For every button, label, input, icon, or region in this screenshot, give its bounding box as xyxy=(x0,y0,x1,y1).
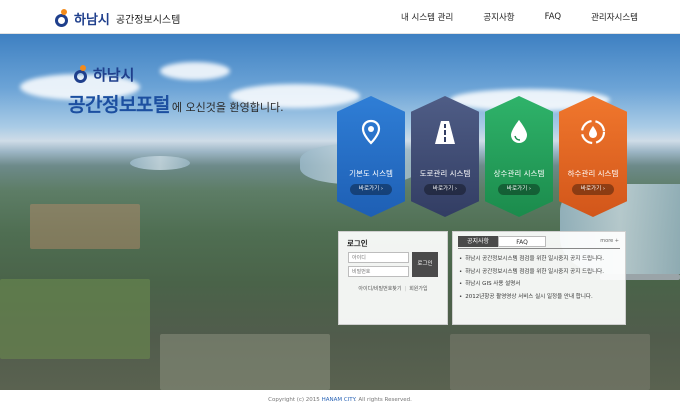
find-account-link[interactable]: 아이디/비밀번호찾기 xyxy=(358,286,401,292)
field-decoration xyxy=(450,334,650,390)
notice-item[interactable]: 하남시 공간정보시스템 점검을 위한 일시중지 공지 드립니다. xyxy=(459,254,604,267)
notice-panel: 공지사항 FAQ more + 하남시 공간정보시스템 점검을 위한 일시중지 … xyxy=(452,231,626,325)
header: 하남시 공간정보시스템 내 시스템 관리 공지사항 FAQ 관리자시스템 xyxy=(0,0,680,34)
road-icon xyxy=(435,121,455,144)
notice-item[interactable]: 2012년항공 촬영영상 서비스 실시 일정을 안내 합니다. xyxy=(459,292,604,305)
copyright-prefix: Copyright (c) 2015 xyxy=(268,397,322,403)
nav-notice[interactable]: 공지사항 xyxy=(483,11,514,23)
tile-label: 도로관리 시스템 xyxy=(419,169,471,178)
notice-divider xyxy=(458,248,620,249)
field-decoration xyxy=(30,204,140,249)
tile-go-button[interactable]: 바로가기 › xyxy=(498,184,540,195)
notice-tabs: 공지사항 FAQ xyxy=(458,236,546,247)
join-link[interactable]: 회원가입 xyxy=(409,286,427,292)
link-separator: | xyxy=(404,286,407,292)
main-nav: 내 시스템 관리 공지사항 FAQ 관리자시스템 xyxy=(401,0,638,34)
password-input[interactable] xyxy=(348,266,409,277)
id-input[interactable] xyxy=(348,252,409,263)
nav-faq[interactable]: FAQ xyxy=(545,12,561,22)
nav-admin-system[interactable]: 관리자시스템 xyxy=(591,11,638,23)
notice-item[interactable]: 하남시 공간정보시스템 점검을 위한 일시중지 공지 드립니다. xyxy=(459,267,604,280)
tile-go-button[interactable]: 바로가기 › xyxy=(350,184,392,195)
hero-logo: 하남시 xyxy=(73,64,134,85)
cloud-decoration xyxy=(160,62,230,80)
field-decoration xyxy=(0,279,150,359)
copyright-suffix: . All rights Reserved. xyxy=(354,397,412,403)
river-decoration xyxy=(130,156,190,170)
site-logo[interactable]: 하남시 공간정보시스템 xyxy=(54,7,180,29)
hanam-logo-icon xyxy=(54,8,71,28)
tile-sewage-system[interactable]: 하수관리 시스템 바로가기 › xyxy=(559,96,627,217)
field-decoration xyxy=(160,334,330,390)
notice-list: 하남시 공간정보시스템 점검을 위한 일시중지 공지 드립니다. 하남시 공간정… xyxy=(459,254,604,304)
recycle-drop-icon xyxy=(580,119,606,145)
hero-title: 공간정보포털 에 오신것을 환영합니다. xyxy=(68,90,284,117)
hanam-logo-icon xyxy=(73,65,90,84)
logo-city-name: 하남시 xyxy=(74,12,110,28)
nav-my-system[interactable]: 내 시스템 관리 xyxy=(401,11,453,23)
logo-system-title: 공간정보시스템 xyxy=(115,14,181,26)
tile-road-system[interactable]: 도로관리 시스템 바로가기 › xyxy=(411,96,479,217)
hero-logo-city: 하남시 xyxy=(93,66,135,84)
tab-faq[interactable]: FAQ xyxy=(498,236,546,247)
tile-go-button[interactable]: 바로가기 › xyxy=(424,184,466,195)
hero-title-sub: 에 오신것을 환영합니다. xyxy=(171,101,284,114)
tile-label: 하수관리 시스템 xyxy=(567,169,619,178)
water-drop-icon xyxy=(511,120,527,143)
tile-label: 상수관리 시스템 xyxy=(493,169,545,178)
copyright-text: Copyright (c) 2015 HANAM CITY. All right… xyxy=(0,397,680,403)
login-panel: 로그인 로그인 아이디/비밀번호찾기|회원가입 xyxy=(338,231,448,325)
notice-item[interactable]: 하남시 GIS 사용 설명서 xyxy=(459,279,604,292)
tile-go-button[interactable]: 바로가기 › xyxy=(572,184,614,195)
login-button[interactable]: 로그인 xyxy=(412,252,438,277)
footer: Copyright (c) 2015 HANAM CITY. All right… xyxy=(0,390,680,413)
tile-basemap-system[interactable]: 기본도 시스템 바로가기 › xyxy=(337,96,405,217)
system-tiles: 기본도 시스템 바로가기 › 도로관리 시스템 바로가기 › 상수관리 시스템 … xyxy=(337,96,627,217)
login-title: 로그인 xyxy=(347,239,368,248)
tile-water-supply-system[interactable]: 상수관리 시스템 바로가기 › xyxy=(485,96,553,217)
notice-more-link[interactable]: more + xyxy=(600,238,619,244)
map-pin-icon xyxy=(361,119,381,145)
tab-notice[interactable]: 공지사항 xyxy=(458,236,498,247)
hero-title-main: 공간정보포털 xyxy=(68,94,170,116)
tile-label: 기본도 시스템 xyxy=(349,169,393,178)
login-links: 아이디/비밀번호찾기 | 회원가입 xyxy=(339,285,447,292)
copyright-city: HANAM CITY xyxy=(321,397,355,403)
